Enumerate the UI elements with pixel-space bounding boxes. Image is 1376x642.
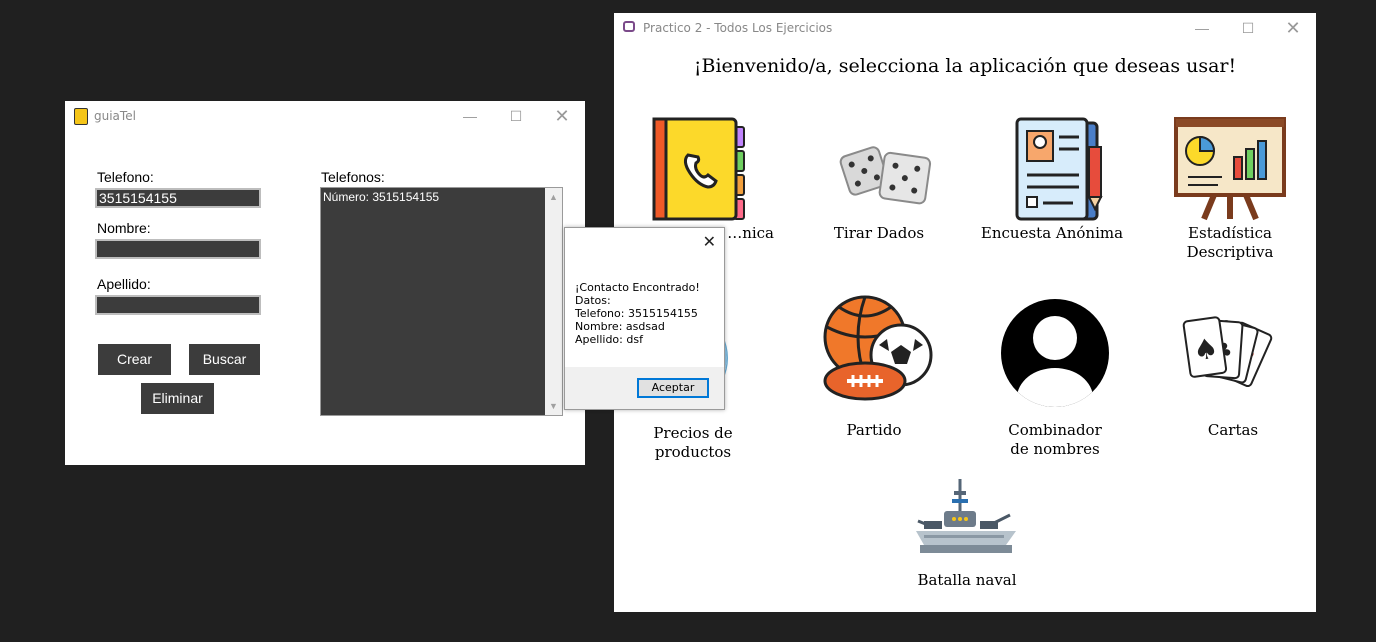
app-tile-dados[interactable]: Tirar Dados [804,113,954,253]
welcome-heading: ¡Bienvenido/a, selecciona la aplicación … [693,55,1237,77]
app-tile-estadistica[interactable]: Estadística Descriptiva [1155,113,1305,273]
maximize-button[interactable]: ☐ [1225,13,1271,43]
app-label-dados: Tirar Dados [833,224,925,242]
phonebook-icon [652,117,745,221]
dialog-message: ¡Contacto Encontrado! Datos: Telefono: 3… [575,281,700,346]
app-tile-batalla[interactable]: Batalla naval [892,473,1042,593]
app-label-precios-2: productos [654,443,732,461]
close-button[interactable]: ✕ [539,101,585,131]
message-dialog: ✕ ¡Contacto Encontrado! Datos: Telefono:… [564,227,725,410]
scroll-up-icon[interactable]: ▲ [549,192,558,202]
scroll-down-icon[interactable]: ▼ [549,401,558,411]
app-label-precios-1: Precios de [653,424,733,442]
list-item[interactable]: Número: 3515154155 [323,190,439,204]
crear-button[interactable]: Crear [98,344,171,375]
scrollbar[interactable]: ▲ ▼ [545,188,562,415]
minimize-button[interactable]: — [1179,13,1225,43]
guiatel-titlebar[interactable]: guiaTel — ☐ ✕ [65,101,585,131]
sports-balls-icon [823,295,933,401]
app-tile-combinador[interactable]: Combinador de nombres [980,298,1130,458]
app-label-estadistica-2: Descriptiva [1186,243,1274,261]
eliminar-button[interactable]: Eliminar [141,383,214,414]
buscar-button[interactable]: Buscar [189,344,260,375]
app-tile-cartas[interactable]: ♥ ♦ ♣ ♠ Cartas [1158,295,1308,439]
nombre-label: Nombre: [97,220,151,236]
app-tile-encuesta[interactable]: Encuesta Anónima [977,113,1127,253]
app-label-combinador-2: de nombres [1010,440,1100,458]
dialog-line: Apellido: dsf [575,333,643,346]
app-tile-partido[interactable]: Partido [799,295,949,439]
apellido-input[interactable] [95,295,261,315]
maximize-button[interactable]: ☐ [493,101,539,131]
dialog-close-button[interactable]: ✕ [703,232,716,252]
survey-icon [1015,117,1103,221]
user-avatar-icon [1001,299,1109,407]
svg-text:♠: ♠ [1191,331,1220,367]
app-label-partido: Partido [846,421,902,439]
warship-icon [916,479,1016,553]
app-label-estadistica-1: Estadística [1188,224,1272,242]
practico-title: Practico 2 - Todos Los Ejercicios [643,21,833,35]
telefono-input[interactable]: 3515154155 [95,188,261,208]
app-label-batalla: Batalla naval [917,571,1017,589]
dialog-line: Nombre: asdsad [575,320,665,333]
dialog-line: ¡Contacto Encontrado! [575,281,700,294]
telefonos-listbox[interactable]: Número: 3515154155 ▲ ▼ [320,187,563,416]
playing-cards-icon: ♥ ♦ ♣ ♠ [1182,316,1273,388]
telefono-label: Telefono: [97,169,154,185]
accept-button[interactable]: Aceptar [637,378,709,398]
apellido-label: Apellido: [97,276,151,292]
app-label-cartas: Cartas [1207,421,1259,439]
dice-icon [839,146,932,205]
app-window-icon [623,21,635,32]
nombre-input[interactable] [95,239,261,259]
dialog-line: Datos: [575,294,611,307]
telefonos-label: Telefonos: [321,169,385,185]
presentation-chart-icon [1174,117,1286,221]
guiatel-window: guiaTel — ☐ ✕ Telefono: 3515154155 Nombr… [65,101,585,465]
dialog-line: Telefono: 3515154155 [575,307,698,320]
app-label-combinador-1: Combinador [1008,421,1102,439]
app-notebook-icon [74,108,88,125]
practico-titlebar[interactable]: Practico 2 - Todos Los Ejercicios — ☐ ✕ [614,13,1316,43]
guiatel-title: guiaTel [94,109,136,123]
app-label-encuesta: Encuesta Anónima [980,224,1124,242]
close-button[interactable]: ✕ [1270,13,1316,43]
minimize-button[interactable]: — [447,101,493,131]
